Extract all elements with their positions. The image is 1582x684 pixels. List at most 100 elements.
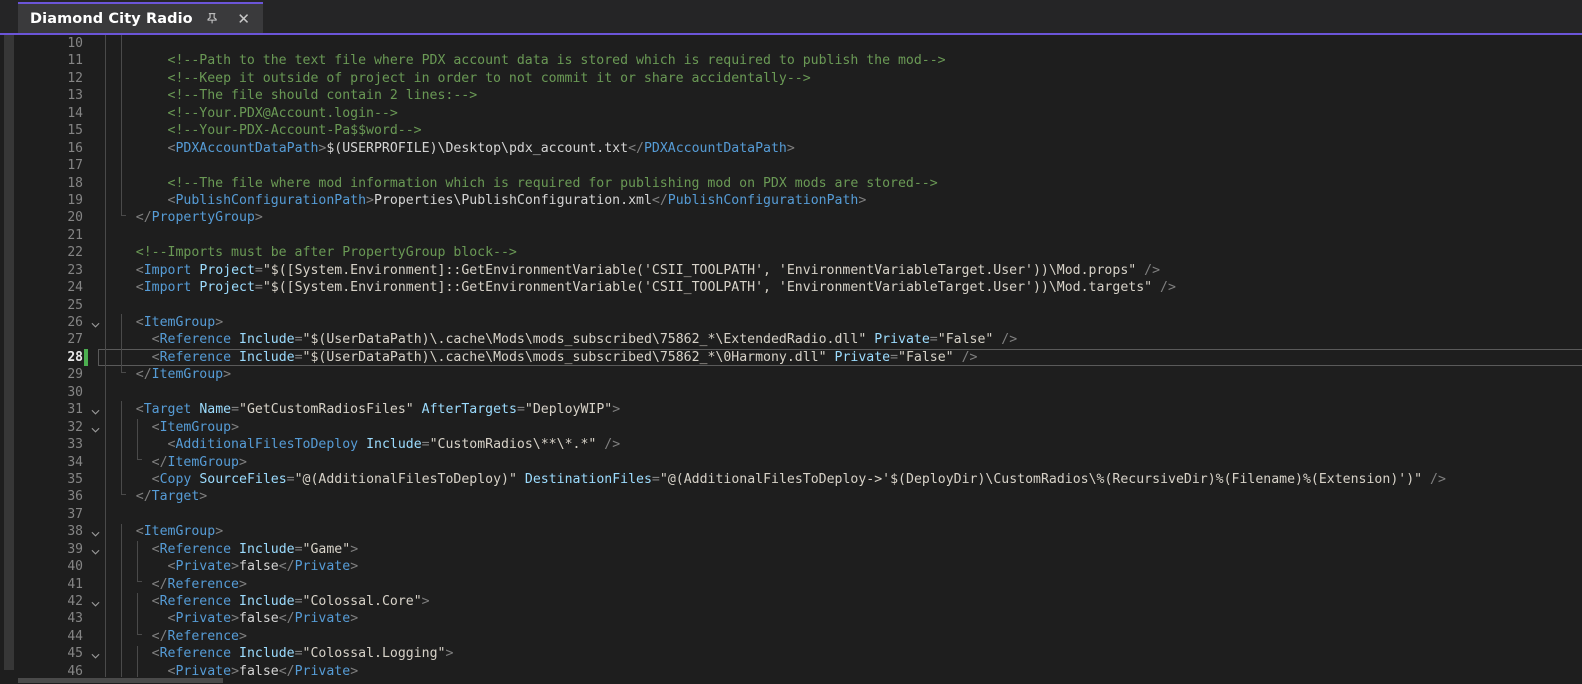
code-line[interactable]: 27 <Reference Include="$(UserDataPath)\.… [18,331,1582,348]
code-surface[interactable]: 10 11 <!--Path to the text file where PDX… [18,35,1582,684]
code-line[interactable]: 25 [18,297,1582,314]
horizontal-scrollbar[interactable] [0,677,1582,684]
code-line[interactable]: 12 <!--Keep it outside of project in ord… [18,70,1582,87]
chevron-down-icon[interactable] [88,593,102,610]
chevron-down-icon[interactable] [88,419,102,436]
code-lines: 10 11 <!--Path to the text file where PDX… [18,35,1582,684]
line-number: 17 [67,158,83,174]
code-line[interactable]: 32 <ItemGroup> [18,419,1582,436]
line-number: 23 [67,262,83,278]
code-token: "DeployWIP" [524,402,613,418]
code-line[interactable]: 11 <!--Path to the text file where PDX a… [18,52,1582,69]
line-number: 31 [67,402,83,418]
chevron-down-icon[interactable] [88,541,102,558]
code-line[interactable]: 21 [18,227,1582,244]
code-line[interactable]: 17 [18,157,1582,174]
code-line[interactable]: 37 [18,506,1582,523]
code-line[interactable]: 38 <ItemGroup> [18,523,1582,540]
code-line[interactable]: 34 </ItemGroup> [18,454,1582,471]
code-token: Name [199,402,232,418]
line-number: 40 [67,559,83,575]
code-line-content: <Reference Include="Colossal.Logging"> [104,645,454,662]
horizontal-scrollbar-thumb[interactable] [18,678,223,683]
line-number: 37 [67,506,83,522]
code-token: Reference [167,628,239,644]
code-line[interactable]: 43 <Private>false</Private> [18,610,1582,627]
chevron-down-icon[interactable] [88,314,102,331]
line-number: 19 [67,192,83,208]
code-line[interactable]: 28 <Reference Include="$(UserDataPath)\.… [18,348,1582,367]
code-token: SourceFiles [199,471,287,487]
vertical-scrollbar-thumb[interactable] [4,35,14,670]
code-token: = [294,594,303,609]
code-token: Target [151,489,200,505]
code-token: < [135,280,144,296]
code-line[interactable]: 18 <!--The file where mod information wh… [18,175,1582,192]
code-line[interactable]: 45 <Reference Include="Colossal.Logging"… [18,645,1582,662]
code-token: </ [651,192,668,208]
code-line[interactable]: 22 <!--Imports must be after PropertyGro… [18,244,1582,261]
code-line[interactable]: 10 [18,35,1582,52]
vertical-scrollbar[interactable] [0,35,18,684]
code-line[interactable]: 23 <Import Project="$([System.Environmen… [18,262,1582,279]
code-line[interactable]: 31 <Target Name="GetCustomRadiosFiles" A… [18,401,1582,418]
code-line-content: </Reference> [104,576,247,593]
code-line[interactable]: 36 </Target> [18,488,1582,505]
editor-tab-diamond-city-radio[interactable]: Diamond City Radio ✕ [18,2,263,33]
code-line[interactable]: 14 <!--Your.PDX@Account.login--> [18,105,1582,122]
code-line[interactable]: 19 <PublishConfigurationPath>Properties\… [18,192,1582,209]
code-line[interactable]: 15 <!--Your-PDX-Account-Pa$$word--> [18,122,1582,139]
line-number: 34 [67,454,83,470]
code-line[interactable]: 30 [18,384,1582,401]
code-token: > [350,559,359,575]
close-icon[interactable]: ✕ [233,8,255,30]
code-token: Target [143,402,192,418]
code-token: = [651,471,660,487]
chevron-down-icon[interactable] [88,523,102,540]
code-line[interactable]: 24 <Import Project="$([System.Environmen… [18,279,1582,296]
code-editor[interactable]: 10 11 <!--Path to the text file where PDX… [0,35,1582,684]
code-token: > [254,210,263,226]
code-line[interactable]: 41 </Reference> [18,576,1582,593]
code-line-content: <ItemGroup> [104,523,223,540]
code-token: <!--Imports must be after PropertyGroup … [135,245,517,261]
code-token: <!--Keep it outside of project in order … [167,70,811,86]
code-line[interactable]: 39 <Reference Include="Game"> [18,541,1582,558]
code-token: AfterTargets [421,402,517,418]
code-token: Import [143,262,192,278]
code-token: < [135,315,144,330]
chevron-down-icon[interactable] [88,645,102,662]
code-line[interactable]: 44 </Reference> [18,628,1582,645]
code-line[interactable]: 33 <AdditionalFilesToDeploy Include="Cus… [18,436,1582,453]
pin-icon[interactable] [202,8,224,30]
code-line[interactable]: 42 <Reference Include="Colossal.Core"> [18,593,1582,610]
code-token: < [135,262,144,278]
code-token: > [231,559,240,575]
line-number: 12 [67,70,83,86]
code-token: PublishConfigurationPath [175,192,367,208]
code-line-content: <ItemGroup> [104,419,239,436]
code-line[interactable]: 29 </ItemGroup> [18,366,1582,383]
code-line[interactable]: 20 </PropertyGroup> [18,209,1582,226]
code-line[interactable]: 35 <Copy SourceFiles="@(AdditionalFilesT… [18,471,1582,488]
code-line[interactable]: 26 <ItemGroup> [18,314,1582,331]
code-token: DestinationFiles [524,471,652,487]
code-token: Private [294,559,351,575]
code-line[interactable]: 40 <Private>false</Private> [18,558,1582,575]
code-line[interactable]: 16 <PDXAccountDataPath>$(USERPROFILE)\De… [18,140,1582,157]
line-number: 38 [67,524,83,540]
code-token: ItemGroup [167,454,239,470]
line-number: 32 [67,419,83,435]
code-line-content: <PDXAccountDataPath>$(USERPROFILE)\Deskt… [104,140,795,157]
code-token: "@(AdditionalFilesToDeploy)" [294,471,517,487]
code-token: Project [199,262,255,278]
code-line-content: <!--Path to the text file where PDX acco… [104,52,946,69]
change-marker [84,348,88,367]
chevron-down-icon[interactable] [88,401,102,418]
code-line[interactable]: 13 <!--The file should contain 2 lines:-… [18,87,1582,104]
